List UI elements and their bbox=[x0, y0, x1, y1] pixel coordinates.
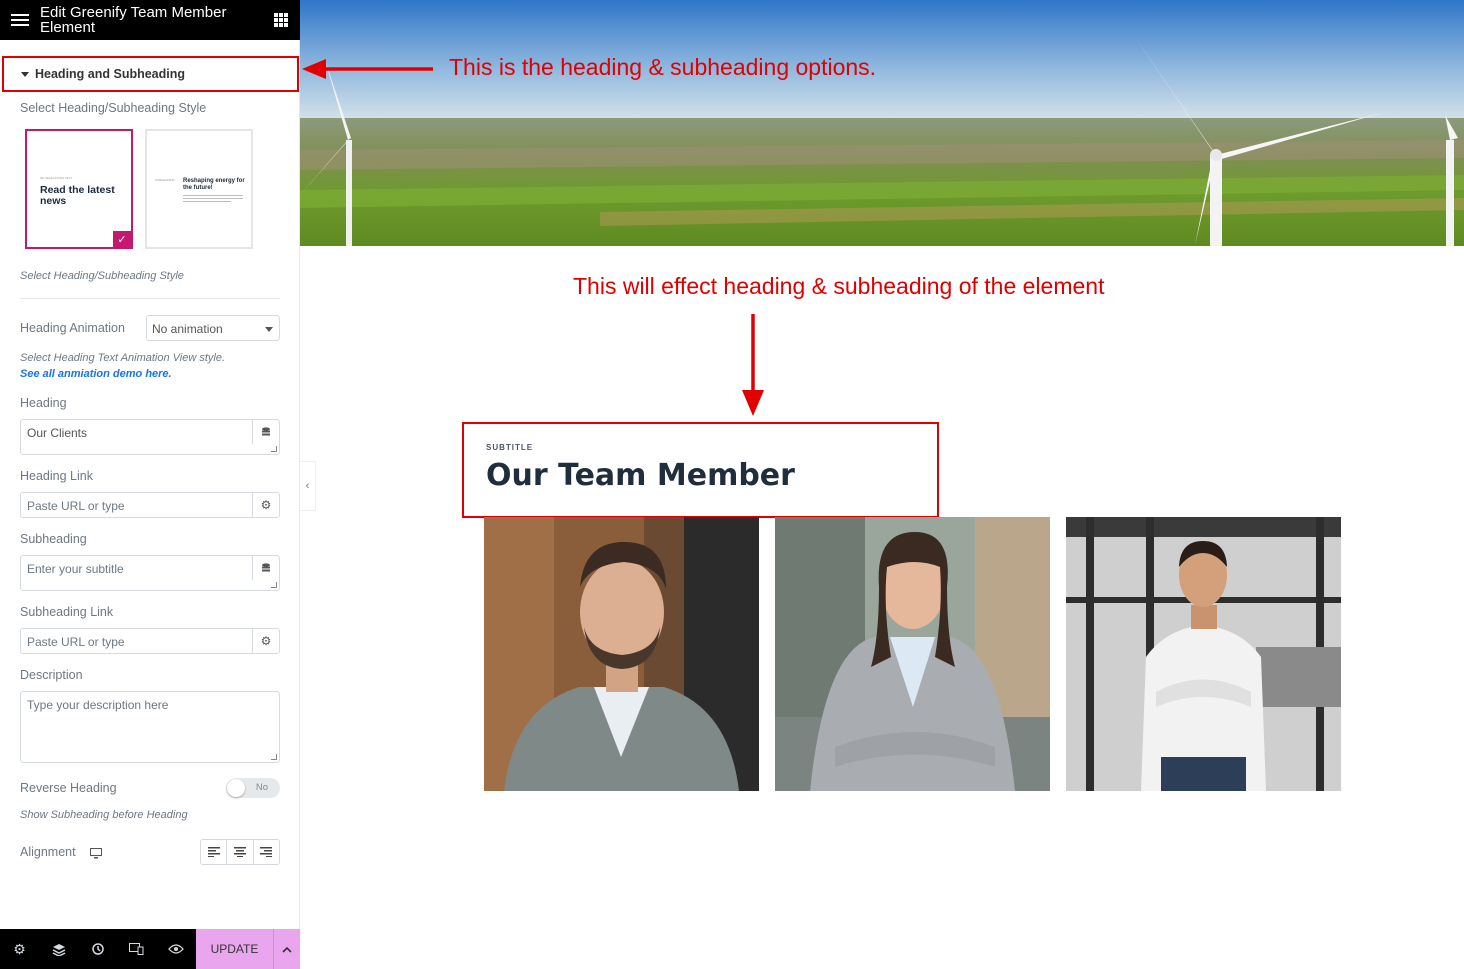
chevron-up-icon[interactable] bbox=[273, 929, 300, 969]
update-button[interactable]: UPDATE bbox=[196, 929, 273, 969]
heading-link-label: Heading Link bbox=[20, 469, 93, 483]
history-icon[interactable] bbox=[78, 929, 117, 969]
style-option-1-small: DE SELECTIONS TEXT bbox=[40, 176, 73, 180]
style-label: Select Heading/Subheading Style bbox=[20, 101, 207, 115]
section-heading-and-subheading[interactable]: Heading and Subheading bbox=[2, 56, 299, 92]
resize-handle[interactable] bbox=[271, 582, 277, 588]
reverse-heading-toggle[interactable]: No bbox=[226, 778, 280, 798]
layers-icon[interactable] bbox=[39, 929, 78, 969]
widgets-grid-icon[interactable] bbox=[274, 13, 288, 27]
gear-icon[interactable]: ⚙ bbox=[252, 493, 279, 517]
chevron-down-icon bbox=[265, 327, 273, 332]
team-member-photo-2[interactable] bbox=[775, 517, 1050, 791]
animation-hint: Select Heading Text Animation View style… bbox=[20, 352, 226, 364]
animation-demo-link[interactable]: See all anmiation demo here. bbox=[20, 368, 172, 380]
subheading-label: Subheading bbox=[20, 532, 87, 546]
subheading-link-input[interactable]: Paste URL or type ⚙ bbox=[20, 628, 280, 654]
section-title: Heading and Subheading bbox=[35, 67, 186, 81]
panel-footer: ⚙ UPDATE bbox=[0, 929, 300, 969]
align-left-icon[interactable] bbox=[201, 840, 228, 864]
subheading-placeholder: Enter your subtitle bbox=[27, 562, 124, 576]
dynamic-tags-icon[interactable] bbox=[252, 556, 279, 580]
collapse-panel-button[interactable]: ‹ bbox=[300, 461, 316, 511]
style-option-2-heading: Reshaping energy for the future! bbox=[183, 178, 245, 191]
heading-label: Heading bbox=[20, 396, 67, 410]
subheading-input[interactable]: Enter your subtitle bbox=[20, 555, 280, 591]
heading-input[interactable]: Our Clients bbox=[20, 419, 280, 455]
description-placeholder: Type your description here bbox=[27, 698, 169, 712]
heading-animation-label: Heading Animation bbox=[20, 321, 125, 335]
resize-handle[interactable] bbox=[271, 754, 277, 760]
resize-handle[interactable] bbox=[271, 446, 277, 452]
toggle-knob bbox=[227, 779, 245, 797]
panel-header: Edit Greenify Team Member Element bbox=[0, 0, 300, 40]
arrow-down-icon bbox=[742, 314, 764, 416]
element-subtitle: SUBTITLE bbox=[486, 443, 534, 452]
hamburger-menu-icon[interactable] bbox=[0, 13, 40, 27]
element-heading: Our Team Member bbox=[486, 458, 795, 493]
dynamic-tags-icon[interactable] bbox=[252, 420, 279, 444]
gear-icon[interactable]: ⚙ bbox=[252, 629, 279, 653]
annotation-top-note: This is the heading & subheading options… bbox=[449, 54, 877, 80]
team-member-photo-3[interactable] bbox=[1066, 517, 1341, 791]
settings-icon[interactable]: ⚙ bbox=[0, 929, 39, 969]
subheading-link-label: Subheading Link bbox=[20, 605, 114, 619]
text-line bbox=[183, 201, 231, 202]
text-line bbox=[183, 195, 243, 196]
text-line bbox=[183, 198, 243, 199]
hero-landscape-image bbox=[300, 0, 1464, 246]
heading-link-input[interactable]: Paste URL or type ⚙ bbox=[20, 492, 280, 518]
reverse-hint: Show Subheading before Heading bbox=[20, 809, 188, 821]
heading-input-value: Our Clients bbox=[27, 426, 88, 440]
style-option-1-heading: Read the latest news bbox=[40, 184, 115, 207]
heading-animation-value: No animation bbox=[152, 322, 223, 336]
subheading-link-placeholder: Paste URL or type bbox=[27, 635, 125, 649]
description-textarea[interactable]: Type your description here bbox=[20, 691, 280, 763]
check-icon: ✓ bbox=[113, 231, 131, 247]
arrow-left-icon bbox=[302, 59, 433, 79]
toggle-value: No bbox=[255, 782, 268, 793]
team-member-photo-1[interactable] bbox=[484, 517, 759, 791]
caret-down-icon bbox=[21, 71, 29, 77]
align-center-icon[interactable] bbox=[227, 840, 254, 864]
style-option-1[interactable]: DE SELECTIONS TEXT Read the latest news … bbox=[25, 129, 133, 249]
alignment-group bbox=[200, 839, 280, 865]
style-hint: Select Heading/Subheading Style bbox=[20, 270, 184, 282]
style-option-2[interactable]: SUBHEADING Reshaping energy for the futu… bbox=[145, 129, 253, 249]
panel-title: Edit Greenify Team Member Element bbox=[40, 4, 227, 36]
style-option-2-small: SUBHEADING bbox=[155, 178, 175, 182]
responsive-mode-icon[interactable] bbox=[117, 929, 156, 969]
desktop-icon[interactable] bbox=[90, 846, 102, 864]
reverse-heading-label: Reverse Heading bbox=[20, 781, 117, 795]
divider bbox=[20, 298, 280, 299]
heading-animation-select[interactable]: No animation bbox=[146, 315, 280, 341]
preview-eye-icon[interactable] bbox=[156, 929, 195, 969]
annotation-middle-note: This will effect heading & subheading of… bbox=[573, 273, 1105, 299]
description-label: Description bbox=[20, 668, 83, 682]
align-right-icon[interactable] bbox=[254, 840, 279, 864]
alignment-label: Alignment bbox=[20, 845, 76, 859]
heading-link-placeholder: Paste URL or type bbox=[27, 499, 125, 513]
editor-panel: Edit Greenify Team Member Element Headin… bbox=[0, 0, 300, 969]
